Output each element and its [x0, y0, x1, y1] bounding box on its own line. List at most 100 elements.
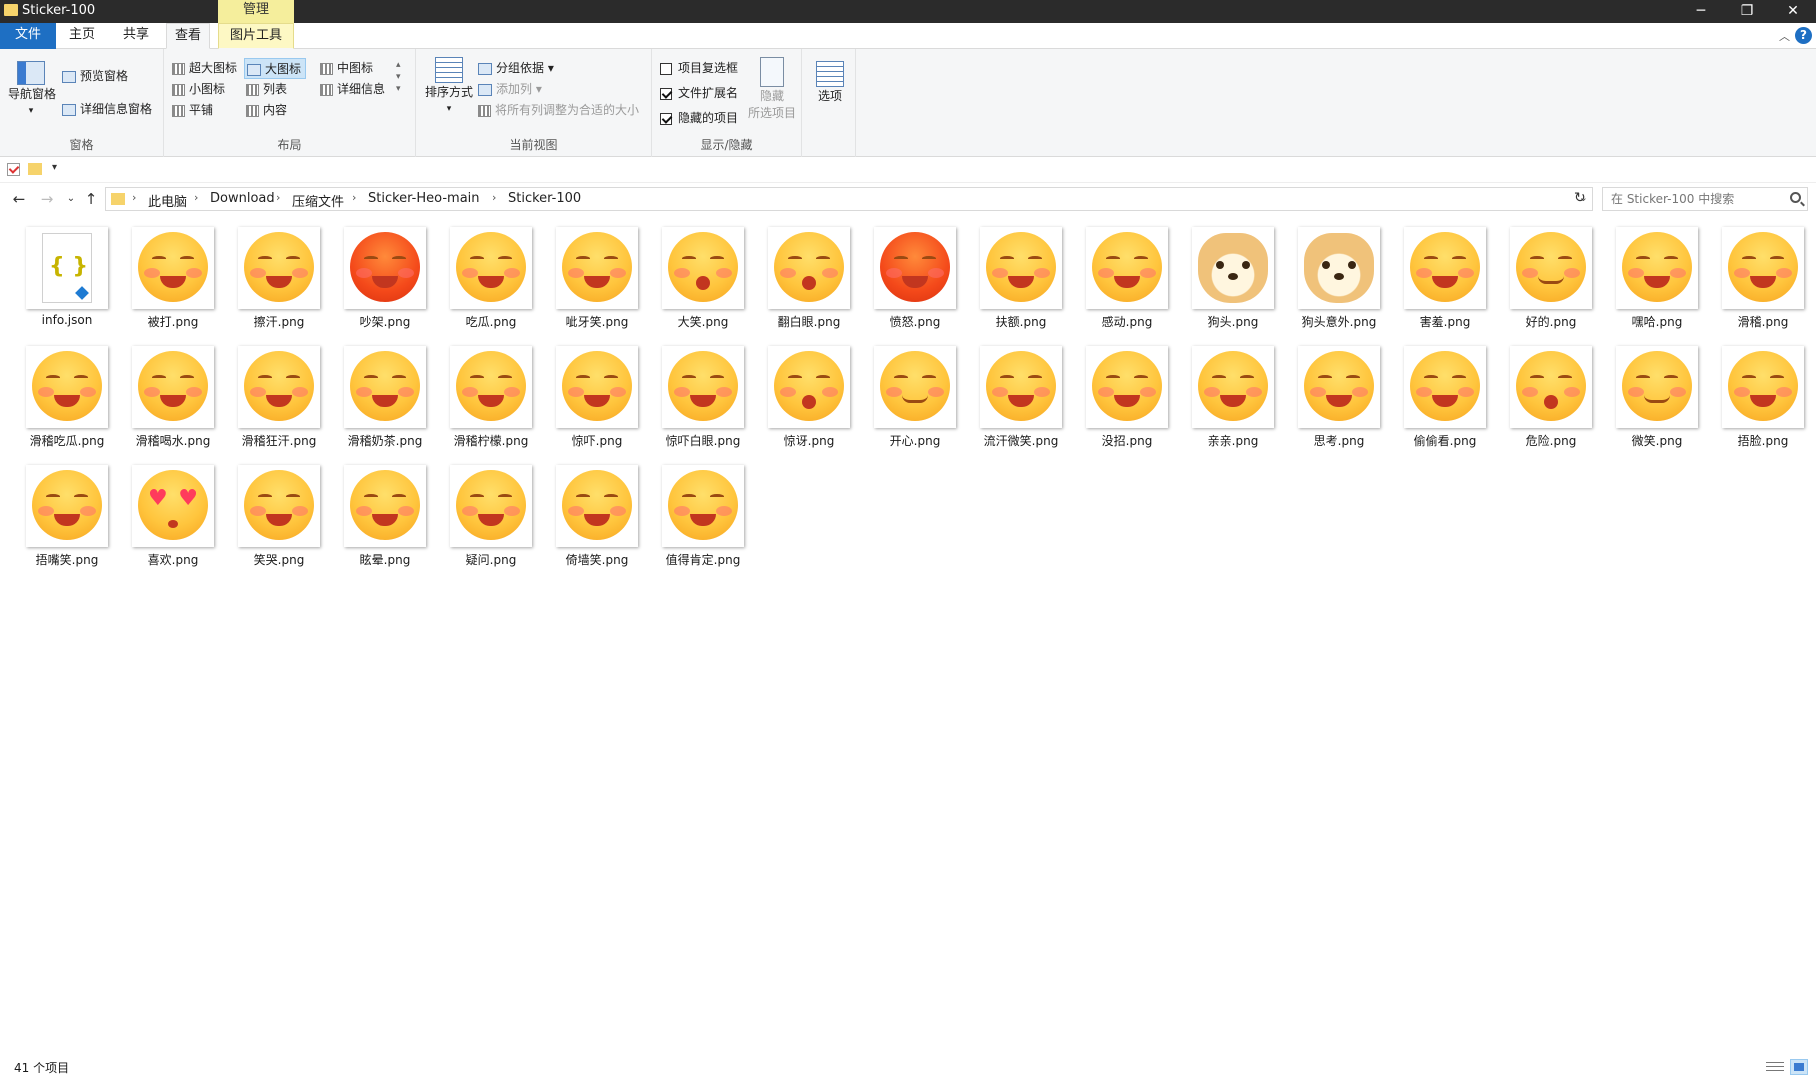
- file-item[interactable]: 微笑.png: [1604, 336, 1710, 454]
- search-box[interactable]: [1602, 187, 1808, 211]
- tab-picture-tools[interactable]: 图片工具: [218, 23, 294, 49]
- chevron-right-icon[interactable]: ›: [194, 191, 198, 204]
- file-item[interactable]: 滑稽吃瓜.png: [14, 336, 120, 454]
- breadcrumb-sticker-100[interactable]: Sticker-100: [508, 191, 581, 206]
- file-item[interactable]: 嘿哈.png: [1604, 217, 1710, 335]
- options-button[interactable]: 选项: [814, 61, 846, 104]
- file-item[interactable]: 没招.png: [1074, 336, 1180, 454]
- file-item[interactable]: 大笑.png: [650, 217, 756, 335]
- file-item[interactable]: 感动.png: [1074, 217, 1180, 335]
- file-item[interactable]: 好的.png: [1498, 217, 1604, 335]
- file-item[interactable]: 疑问.png: [438, 455, 544, 573]
- chevron-right-icon[interactable]: ›: [276, 191, 280, 204]
- file-item[interactable]: 开心.png: [862, 336, 968, 454]
- up-button[interactable]: ↑: [82, 189, 100, 209]
- details-pane-button[interactable]: 详细信息窗格: [62, 100, 152, 117]
- file-item[interactable]: 亲亲.png: [1180, 336, 1286, 454]
- back-button[interactable]: ←: [10, 189, 28, 209]
- file-item[interactable]: 捂嘴笑.png: [14, 455, 120, 573]
- file-item[interactable]: 吵架.png: [332, 217, 438, 335]
- search-input[interactable]: [1603, 188, 1773, 210]
- collapse-ribbon-icon[interactable]: ︿: [1779, 28, 1790, 44]
- tab-home[interactable]: 主页: [60, 23, 104, 49]
- layout-content[interactable]: 内容: [246, 101, 287, 118]
- new-folder-icon[interactable]: [28, 163, 42, 175]
- file-item[interactable]: ♥ ♥ 喜欢.png: [120, 455, 226, 573]
- file-item[interactable]: 滑稽奶茶.png: [332, 336, 438, 454]
- maximize-button[interactable]: ❐: [1724, 0, 1770, 23]
- hidden-items-checkbox[interactable]: [660, 112, 672, 125]
- file-item[interactable]: { } info.json: [14, 217, 120, 335]
- file-item[interactable]: 吃瓜.png: [438, 217, 544, 335]
- layout-list[interactable]: 列表: [246, 80, 287, 97]
- hide-selected-button[interactable]: 隐藏 所选项目: [746, 57, 798, 121]
- file-extensions-toggle[interactable]: 文件扩展名: [660, 84, 738, 101]
- item-checkboxes-checkbox[interactable]: [660, 62, 672, 75]
- help-icon[interactable]: ?: [1795, 27, 1812, 44]
- layout-small[interactable]: 小图标: [172, 80, 225, 97]
- chevron-right-icon[interactable]: ›: [492, 191, 496, 204]
- file-item[interactable]: 偷偷看.png: [1392, 336, 1498, 454]
- file-item[interactable]: 狗头.png: [1180, 217, 1286, 335]
- size-columns-button[interactable]: 将所有列调整为合适的大小: [478, 101, 639, 118]
- close-button[interactable]: ✕: [1770, 0, 1816, 23]
- breadcrumb-sticker-heo-main[interactable]: Sticker-Heo-main: [368, 191, 480, 206]
- properties-check-icon[interactable]: [7, 163, 20, 176]
- file-item[interactable]: 思考.png: [1286, 336, 1392, 454]
- file-item[interactable]: 愤怒.png: [862, 217, 968, 335]
- layout-medium[interactable]: 中图标: [320, 59, 373, 76]
- breadcrumb-download[interactable]: Download: [210, 191, 275, 206]
- chevron-right-icon[interactable]: ›: [132, 191, 136, 204]
- preview-pane-button[interactable]: 预览窗格: [62, 67, 128, 84]
- file-item[interactable]: 捂脸.png: [1710, 336, 1816, 454]
- file-item[interactable]: 流汗微笑.png: [968, 336, 1074, 454]
- file-item[interactable]: 惊讶.png: [756, 336, 862, 454]
- recent-locations-icon[interactable]: ⌄: [62, 189, 80, 209]
- file-item[interactable]: 危险.png: [1498, 336, 1604, 454]
- file-item[interactable]: 滑稽喝水.png: [120, 336, 226, 454]
- file-item[interactable]: 擦汗.png: [226, 217, 332, 335]
- file-item[interactable]: 眩晕.png: [332, 455, 438, 573]
- nav-pane-button[interactable]: 导航窗格 ▾: [8, 61, 56, 116]
- file-item[interactable]: 值得肯定.png: [650, 455, 756, 573]
- file-item[interactable]: 呲牙笑.png: [544, 217, 650, 335]
- hidden-items-toggle[interactable]: 隐藏的项目: [660, 109, 738, 126]
- file-item[interactable]: 笑哭.png: [226, 455, 332, 573]
- tab-view[interactable]: 查看: [166, 23, 210, 49]
- refresh-icon[interactable]: ↻: [1574, 190, 1586, 206]
- file-item[interactable]: 滑稽柠檬.png: [438, 336, 544, 454]
- large-icons-view-button[interactable]: [1790, 1059, 1808, 1075]
- layout-details[interactable]: 详细信息: [320, 80, 385, 97]
- sort-by-button[interactable]: 排序方式 ▾: [424, 57, 474, 114]
- tab-share[interactable]: 共享: [114, 23, 158, 49]
- chevron-right-icon[interactable]: ›: [352, 191, 356, 204]
- item-checkboxes-toggle[interactable]: 项目复选框: [660, 59, 738, 76]
- customize-toolbar-icon[interactable]: ▾: [52, 162, 57, 173]
- file-item[interactable]: 狗头意外.png: [1286, 217, 1392, 335]
- breadcrumb-this-pc[interactable]: 此电脑: [148, 191, 187, 210]
- tab-file[interactable]: 文件: [0, 23, 56, 49]
- search-icon[interactable]: [1790, 192, 1801, 203]
- file-item[interactable]: 滑稽.png: [1710, 217, 1816, 335]
- file-extensions-checkbox[interactable]: [660, 87, 672, 100]
- file-item[interactable]: 倚墙笑.png: [544, 455, 650, 573]
- forward-button[interactable]: →: [38, 189, 56, 209]
- file-item[interactable]: 害羞.png: [1392, 217, 1498, 335]
- minimize-button[interactable]: ─: [1678, 0, 1724, 23]
- file-item[interactable]: 惊吓.png: [544, 336, 650, 454]
- file-item[interactable]: 滑稽狂汗.png: [226, 336, 332, 454]
- file-item[interactable]: 扶额.png: [968, 217, 1074, 335]
- breadcrumb-zip[interactable]: 压缩文件: [292, 191, 344, 210]
- file-item[interactable]: 惊吓白眼.png: [650, 336, 756, 454]
- details-view-button[interactable]: [1766, 1059, 1784, 1075]
- add-column-button[interactable]: 添加列 ▾: [478, 80, 542, 97]
- layout-tiles[interactable]: 平铺: [172, 101, 213, 118]
- group-by-button[interactable]: 分组依据 ▾: [478, 59, 554, 76]
- layout-scroll-icon[interactable]: ▴ ▾ ▾: [396, 59, 401, 95]
- file-item[interactable]: 被打.png: [120, 217, 226, 335]
- context-tab-manage[interactable]: 管理: [218, 0, 294, 23]
- layout-extra-large[interactable]: 超大图标: [172, 59, 237, 76]
- file-item[interactable]: 翻白眼.png: [756, 217, 862, 335]
- layout-large[interactable]: 大图标: [244, 58, 307, 79]
- address-bar[interactable]: › 此电脑 › Download › 压缩文件 › Sticker-Heo-ma…: [105, 187, 1593, 211]
